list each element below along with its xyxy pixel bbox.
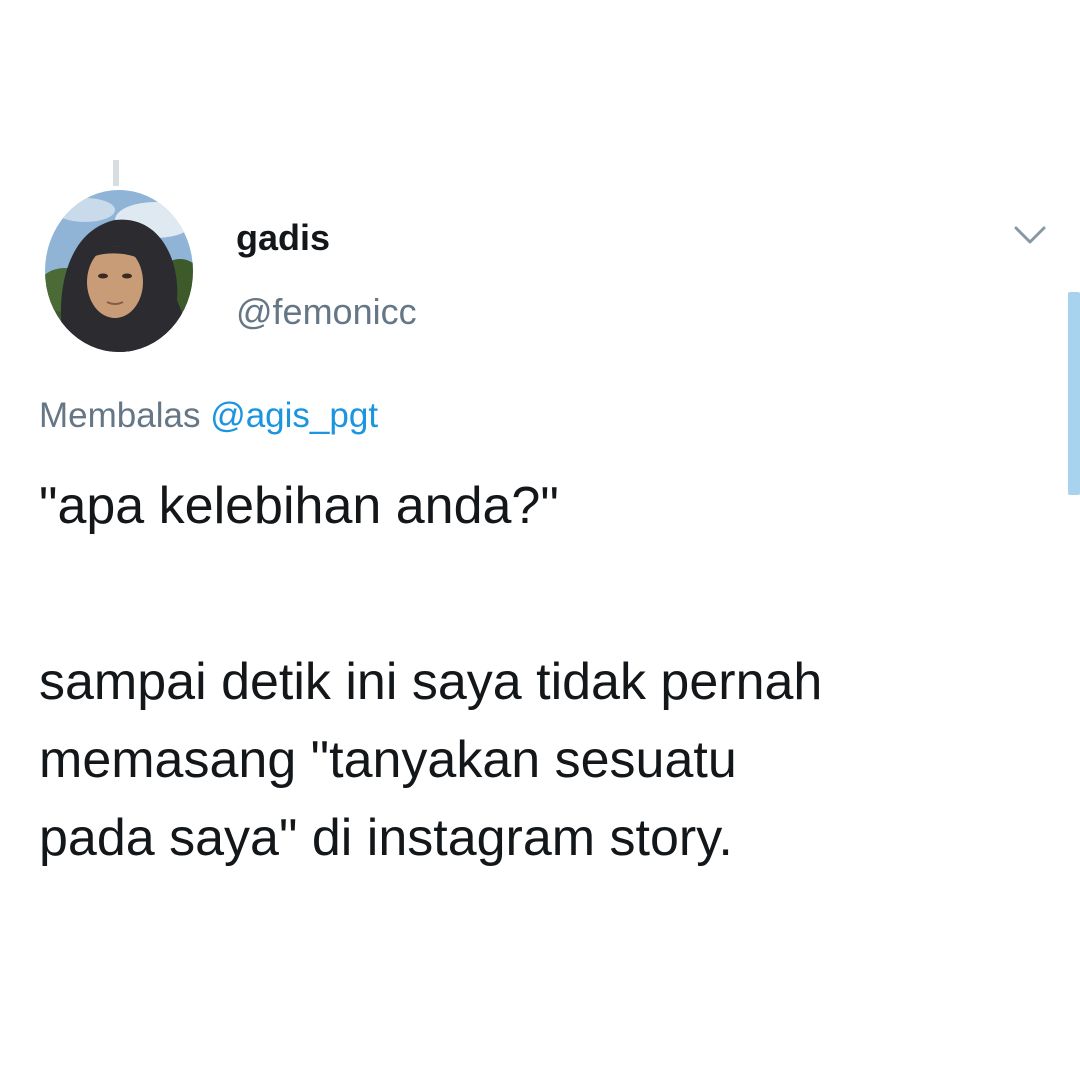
scroll-indicator[interactable]	[1068, 292, 1080, 495]
tweet-text-line: memasang "tanyakan sesuatu	[39, 731, 737, 789]
chevron-down-icon[interactable]	[1008, 216, 1052, 252]
reply-context: Membalas @agis_pgt	[39, 393, 378, 439]
reply-prefix: Membalas	[39, 396, 201, 435]
tweet-text-line: "apa kelebihan anda?"	[39, 477, 559, 535]
avatar-photo	[45, 190, 193, 352]
display-name[interactable]: gadis	[236, 216, 330, 260]
tweet-text-line: pada saya" di instagram story.	[39, 809, 733, 867]
avatar[interactable]	[45, 190, 193, 352]
tweet-text-line: sampai detik ini saya tidak pernah	[39, 653, 823, 711]
thread-connector-line	[113, 160, 119, 186]
user-handle[interactable]: @femonicc	[236, 290, 417, 334]
reply-to-handle[interactable]: @agis_pgt	[210, 396, 378, 435]
